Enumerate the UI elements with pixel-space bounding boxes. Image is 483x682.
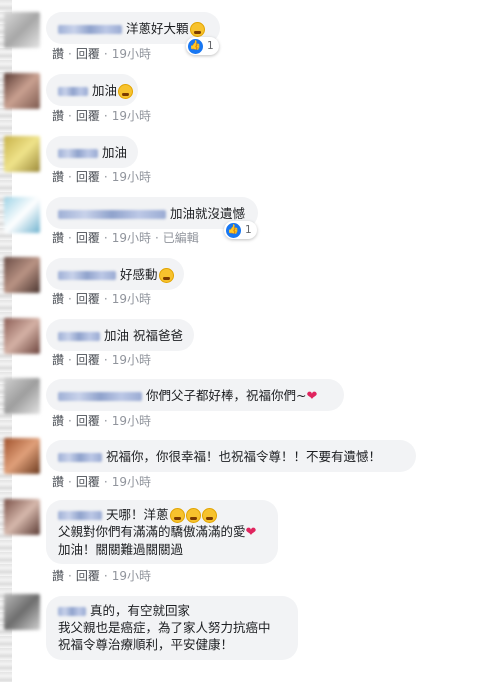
- comment-bubble: 天哪！洋蔥 父親對你們有滿滿的驕傲滿滿的愛❤ 加油！關關難過關關過: [46, 500, 278, 564]
- timestamp[interactable]: 19小時: [112, 569, 151, 583]
- comment-actions: 讚 · 回覆 · 19小時: [52, 569, 151, 583]
- timestamp[interactable]: 19小時: [112, 475, 151, 489]
- like-reaction-icon: 👍: [226, 222, 241, 238]
- timestamp[interactable]: 19小時: [112, 47, 151, 61]
- comment-text: 加油: [102, 145, 128, 160]
- comment-text: 我父親也是癌症，為了家人努力抗癌中: [58, 620, 271, 635]
- avatar[interactable]: [4, 73, 40, 109]
- like-button[interactable]: 讚: [52, 353, 64, 367]
- crying-face-icon: [118, 84, 134, 99]
- like-button[interactable]: 讚: [52, 292, 64, 306]
- like-button[interactable]: 讚: [52, 414, 64, 428]
- like-button[interactable]: 讚: [52, 170, 64, 184]
- crying-face-icon: [169, 508, 185, 523]
- avatar[interactable]: [4, 438, 40, 474]
- avatar[interactable]: [4, 594, 40, 630]
- comment-text: 父親對你們有滿滿的驕傲滿滿的愛: [58, 524, 246, 539]
- comment-text: 加油: [92, 83, 118, 98]
- reply-button[interactable]: 回覆: [76, 47, 100, 61]
- comment-actions: 讚 · 回覆 · 19小時: [52, 414, 151, 428]
- heart-icon: ❤: [306, 389, 318, 404]
- crying-face-icon: [185, 508, 201, 523]
- timestamp[interactable]: 19小時: [112, 414, 151, 428]
- crying-face-icon: [201, 508, 217, 523]
- comment-text: 真的，有空就回家: [90, 603, 191, 618]
- reply-button[interactable]: 回覆: [76, 475, 100, 489]
- comment-bubble: 加油: [46, 136, 138, 168]
- comment-text: 祝福令尊治療順利，平安健康！: [58, 637, 234, 652]
- heart-icon: ❤: [245, 525, 257, 540]
- reaction-count[interactable]: 👍 1: [186, 37, 219, 55]
- commenter-name[interactable]: [58, 271, 116, 280]
- reply-button[interactable]: 回覆: [76, 353, 100, 367]
- like-button[interactable]: 讚: [52, 475, 64, 489]
- reply-button[interactable]: 回覆: [76, 414, 100, 428]
- commenter-name[interactable]: [58, 607, 86, 616]
- comment-bubble: 好感動: [46, 258, 184, 290]
- like-button[interactable]: 讚: [52, 109, 64, 123]
- avatar[interactable]: [4, 499, 40, 535]
- reply-button[interactable]: 回覆: [76, 170, 100, 184]
- like-button[interactable]: 讚: [52, 231, 64, 245]
- comment-bubble: 加油 祝福爸爸: [46, 319, 194, 351]
- avatar[interactable]: [4, 257, 40, 293]
- like-reaction-icon: 👍: [188, 38, 203, 54]
- timestamp[interactable]: 19小時: [112, 353, 151, 367]
- commenter-name[interactable]: [58, 149, 98, 158]
- reply-button[interactable]: 回覆: [76, 109, 100, 123]
- avatar[interactable]: [4, 378, 40, 414]
- commenter-name[interactable]: [58, 453, 102, 462]
- comment-actions: 讚 · 回覆 · 19小時: [52, 292, 151, 306]
- reaction-count[interactable]: 👍 1: [224, 221, 257, 239]
- comment-text: 加油！關關難過關關過: [58, 542, 184, 557]
- like-button[interactable]: 讚: [52, 47, 64, 61]
- comment-text: 天哪！洋蔥: [106, 507, 169, 522]
- comment-actions: 讚 · 回覆 · 19小時: [52, 47, 151, 61]
- avatar[interactable]: [4, 318, 40, 354]
- commenter-name[interactable]: [58, 25, 122, 34]
- reply-button[interactable]: 回覆: [76, 292, 100, 306]
- comment-actions: 讚 · 回覆 · 19小時 · 已編輯: [52, 231, 199, 245]
- timestamp[interactable]: 19小時: [112, 109, 151, 123]
- reply-button[interactable]: 回覆: [76, 231, 100, 245]
- like-button[interactable]: 讚: [52, 569, 64, 583]
- comment-actions: 讚 · 回覆 · 19小時: [52, 475, 151, 489]
- comment-text: 好感動: [120, 267, 158, 282]
- comment-actions: 讚 · 回覆 · 19小時: [52, 353, 151, 367]
- comment-text: 加油就沒遺憾: [170, 206, 246, 221]
- comment-text: 你們父子都好棒，祝福你們~: [146, 388, 307, 403]
- edited-label[interactable]: 已編輯: [163, 231, 199, 245]
- commenter-name[interactable]: [58, 392, 142, 401]
- crying-face-icon: [189, 22, 205, 37]
- comment-bubble: 你們父子都好棒，祝福你們~❤: [46, 379, 344, 411]
- timestamp[interactable]: 19小時: [112, 231, 151, 245]
- comment-bubble: 真的，有空就回家 我父親也是癌症，為了家人努力抗癌中 祝福令尊治療順利，平安健康…: [46, 596, 298, 660]
- commenter-name[interactable]: [58, 210, 166, 219]
- avatar[interactable]: [4, 12, 40, 48]
- commenter-name[interactable]: [58, 511, 102, 520]
- comment-actions: 讚 · 回覆 · 19小時: [52, 109, 151, 123]
- avatar[interactable]: [4, 136, 40, 172]
- comment-actions: 讚 · 回覆 · 19小時: [52, 170, 151, 184]
- avatar[interactable]: [4, 197, 40, 233]
- comment-text: 祝福你，你很幸福！也祝福令尊！！不要有遺憾！: [106, 449, 382, 464]
- comment-text: 洋蔥好大顆: [126, 21, 189, 36]
- timestamp[interactable]: 19小時: [112, 170, 151, 184]
- comment-bubble: 加油: [46, 74, 138, 106]
- commenter-name[interactable]: [58, 87, 88, 96]
- tear-joy-face-icon: [158, 268, 174, 283]
- comment-text: 加油 祝福爸爸: [104, 328, 183, 343]
- reply-button[interactable]: 回覆: [76, 569, 100, 583]
- timestamp[interactable]: 19小時: [112, 292, 151, 306]
- commenter-name[interactable]: [58, 332, 100, 341]
- comment-bubble: 祝福你，你很幸福！也祝福令尊！！不要有遺憾！: [46, 440, 416, 472]
